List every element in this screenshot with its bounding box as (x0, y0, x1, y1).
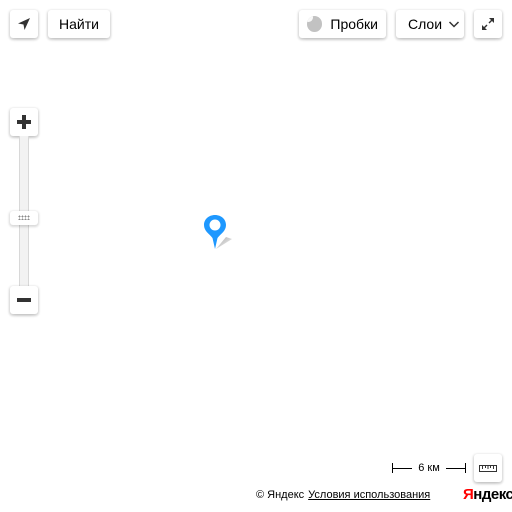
traffic-button[interactable]: Пробки (299, 10, 386, 38)
expand-icon (482, 18, 494, 30)
location-arrow-icon (18, 18, 30, 30)
ruler-button[interactable] (474, 454, 502, 482)
layers-button-label: Слои (408, 16, 443, 32)
scale-label: 6 км (418, 462, 440, 474)
layers-button[interactable]: Слои (396, 10, 464, 38)
copyright: © Яндекс Условия использования (256, 486, 430, 504)
zoom-slider-handle[interactable] (10, 210, 38, 225)
terms-of-use-link[interactable]: Условия использования (308, 489, 430, 501)
ruler-icon (479, 465, 497, 472)
find-button[interactable]: Найти (48, 10, 110, 38)
zoom-in-button[interactable] (10, 108, 38, 136)
chevron-down-icon (449, 21, 460, 28)
yandex-logo[interactable]: Яндекс (463, 486, 512, 503)
grip-icon (18, 215, 30, 221)
find-button-label: Найти (59, 16, 99, 32)
traffic-button-label: Пробки (330, 16, 378, 32)
map-placemark-icon[interactable] (198, 212, 238, 256)
copyright-text: © Яндекс (256, 489, 305, 501)
zoom-out-button[interactable] (10, 286, 38, 314)
traffic-light-icon (307, 16, 323, 32)
geolocation-button[interactable] (10, 10, 38, 38)
scale-line: 6 км (392, 460, 466, 476)
fullscreen-button[interactable] (474, 10, 502, 38)
